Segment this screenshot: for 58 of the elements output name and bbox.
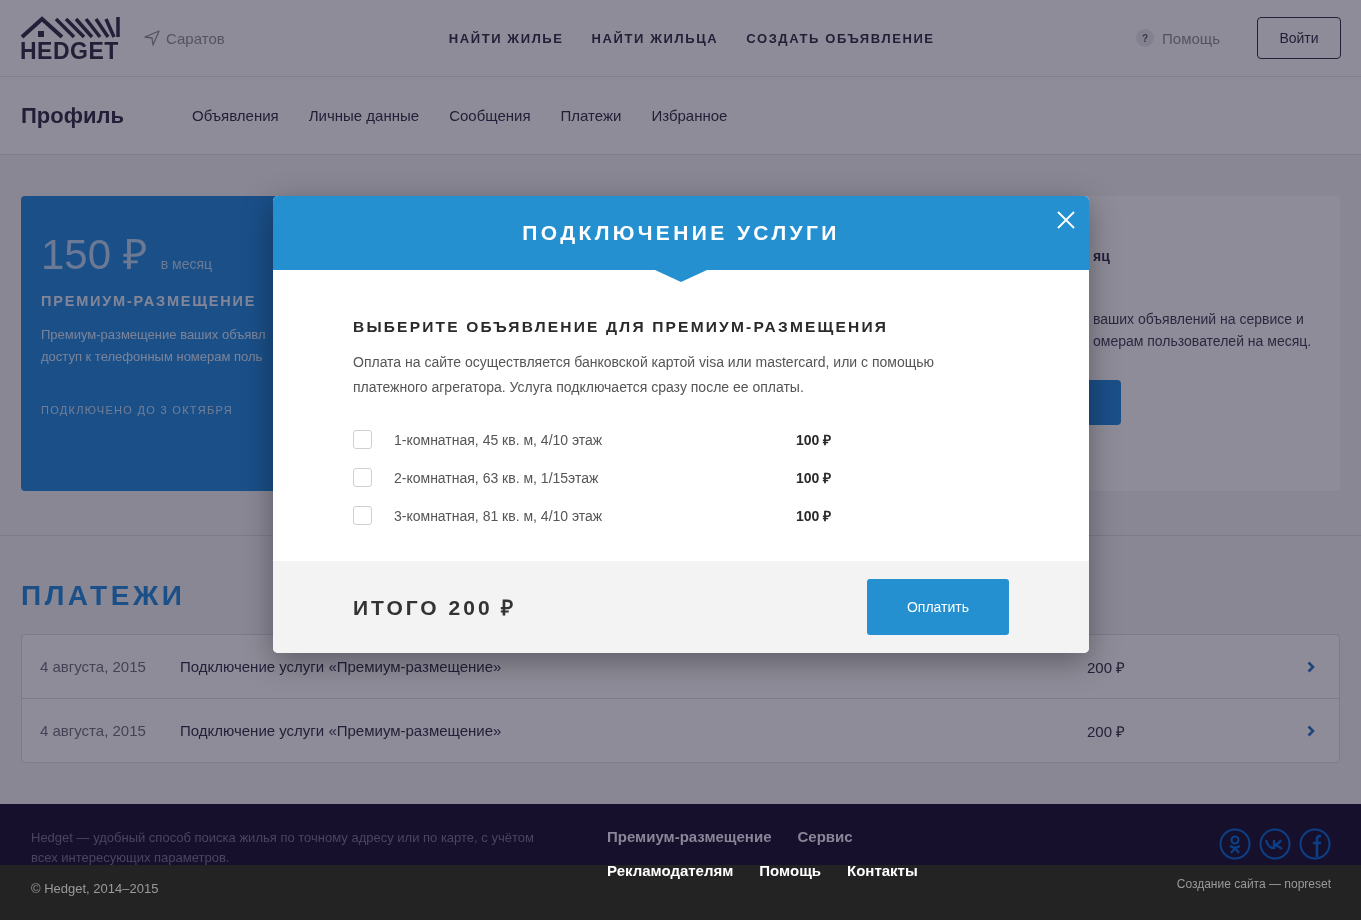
listing-label: 2-комнатная, 63 кв. м, 1/15этаж xyxy=(394,469,600,486)
vk-icon[interactable] xyxy=(1259,828,1291,860)
checkbox[interactable] xyxy=(353,468,372,487)
footer-link[interactable]: Сервис xyxy=(797,828,853,865)
listing-label: 3-комнатная, 81 кв. м, 4/10 этаж xyxy=(394,507,604,524)
checkbox[interactable] xyxy=(353,506,372,525)
footer-link[interactable]: Премиум-размещение xyxy=(607,828,772,865)
payment-amount: 200 ₽ xyxy=(1087,721,1127,741)
profile-tab[interactable]: Избранное xyxy=(651,107,728,124)
footer-link[interactable]: Рекламодателям xyxy=(607,862,734,879)
login-button[interactable]: Войти xyxy=(1257,17,1341,59)
listing-price: 100 ₽ xyxy=(796,469,832,487)
profile-tab[interactable]: Платежи xyxy=(560,107,622,124)
copyright: © Hedget, 2014–2015 xyxy=(31,881,160,896)
period-label: яц xyxy=(1093,248,1110,264)
pay-button[interactable]: Оплатить xyxy=(867,579,1009,635)
roof-logo-icon xyxy=(20,14,120,39)
profile-tab[interactable]: Сообщения xyxy=(449,107,531,124)
period-label: в месяц xyxy=(160,256,213,272)
listing-label: 1-комнатная, 45 кв. м, 4/10 этаж xyxy=(394,431,604,448)
payment-description: Подключение услуги «Премиум-размещение» xyxy=(180,658,503,675)
odnoklassniki-icon[interactable] xyxy=(1219,828,1251,860)
payment-description: Подключение услуги «Премиум-размещение» xyxy=(180,722,503,739)
profile-title: Профиль xyxy=(21,102,124,129)
modal-description: Оплата на сайте осуществляется банковской картой visa или mastercard, или с помощью платежного агрегатора. Услуга подключается сразу после ее оплаты. xyxy=(353,353,935,397)
total-amount: ИТОГО 200 ₽ xyxy=(353,595,517,621)
payment-amount: 200 ₽ xyxy=(1087,657,1127,677)
price: 150 ₽ xyxy=(41,230,147,280)
footer-link[interactable]: Контакты xyxy=(847,862,918,879)
status-label: ПОДКЛЮЧЕНО ДО 3 ОКТЯБРЯ xyxy=(41,404,234,416)
payment-row[interactable]: 4 августа, 2015 Подключение услуги «Премиум-размещение» 200 ₽ xyxy=(22,699,1339,762)
profile-tab[interactable]: Объявления xyxy=(191,107,279,124)
profile-tab[interactable]: Личные данные xyxy=(308,107,420,124)
modal-title: ПОДКЛЮЧЕНИЕ УСЛУГИ xyxy=(522,221,840,245)
location-arrow-icon xyxy=(144,30,160,46)
card-description: омерам пользователей на месяц. xyxy=(1093,332,1312,351)
payments-title: ПЛАТЕЖИ xyxy=(21,580,186,612)
card-description: ваших объявлений на сервисе и xyxy=(1093,310,1304,329)
close-icon[interactable] xyxy=(1057,211,1075,229)
card-description: Премиум-размещение ваших объявл xyxy=(41,326,266,344)
listing-price: 100 ₽ xyxy=(796,507,832,525)
developer-credit[interactable]: Создание сайта — nopreset xyxy=(1176,877,1331,891)
help-badge: ? xyxy=(1136,29,1155,47)
chevron-right-icon xyxy=(1307,660,1315,673)
listing-price: 100 ₽ xyxy=(796,431,832,449)
footer-link[interactable]: Помощь xyxy=(759,862,821,879)
nav-link[interactable]: НАЙТИ ЖИЛЬЕ xyxy=(448,30,564,46)
nav-link[interactable]: СОЗДАТЬ ОБЪЯВЛЕНИЕ xyxy=(746,30,935,46)
logo-text[interactable]: HEDGET xyxy=(20,39,119,62)
checkbox[interactable] xyxy=(353,430,372,449)
payment-date: 4 августа, 2015 xyxy=(40,722,147,739)
payment-date: 4 августа, 2015 xyxy=(40,658,147,675)
modal-subtitle: ВЫБЕРИТЕ ОБЪЯВЛЕНИЕ ДЛЯ ПРЕМИУМ-РАЗМЕЩЕНИЯ xyxy=(353,318,890,336)
chevron-right-icon xyxy=(1307,724,1315,737)
facebook-icon[interactable] xyxy=(1299,828,1331,860)
card-description: доступ к телефонным номерам поль xyxy=(41,348,263,366)
card-title: ПРЕМИУМ-РАЗМЕЩЕНИЕ xyxy=(41,293,257,309)
nav-link[interactable]: НАЙТИ ЖИЛЬЦА xyxy=(591,30,719,46)
